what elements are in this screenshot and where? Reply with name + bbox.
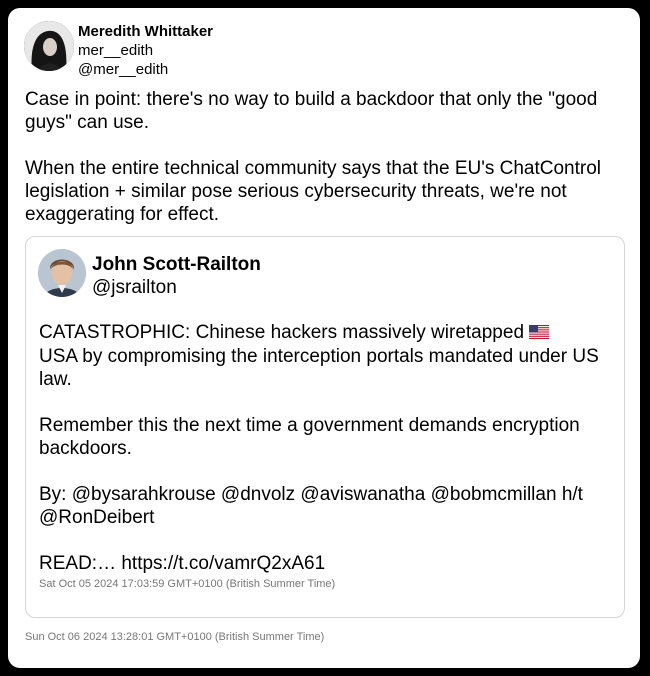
tweet-timestamp[interactable]: Sun Oct 06 2024 13:28:01 GMT+0100 (Briti… xyxy=(25,631,324,643)
quoted-timestamp[interactable]: Sat Oct 05 2024 17:03:59 GMT+0100 (Briti… xyxy=(39,578,335,590)
quoted-avatar[interactable] xyxy=(38,249,86,297)
tweet-text: Case in point: there's no way to build a… xyxy=(25,89,602,225)
tweet-card: Meredith Whittaker mer__edith @mer__edit… xyxy=(8,8,640,668)
author-display-name: mer__edith xyxy=(78,42,154,59)
author-name[interactable]: Meredith Whittaker xyxy=(78,22,213,41)
quoted-tweet-text: CATASTROPHIC: Chinese hackers massively … xyxy=(39,321,614,575)
quoted-text-part1: CATASTROPHIC: Chinese hackers massively … xyxy=(39,322,530,343)
quoted-avatar-image xyxy=(38,249,86,297)
avatar[interactable] xyxy=(24,21,74,71)
quoted-author-handle[interactable]: @jsrailton xyxy=(92,276,261,299)
author-info: Meredith Whittaker mer__edith @mer__edit… xyxy=(78,22,213,79)
quoted-text-part2: USA by compromising the interception por… xyxy=(39,346,599,574)
author-handle[interactable]: @mer__edith xyxy=(78,60,213,79)
quoted-tweet[interactable]: John Scott-Railton @jsrailton CATASTROPH… xyxy=(25,236,625,618)
avatar-image xyxy=(24,21,74,71)
quoted-author-name[interactable]: John Scott-Railton xyxy=(92,253,261,276)
us-flag-icon xyxy=(529,322,550,345)
quoted-author-info: John Scott-Railton @jsrailton xyxy=(92,253,261,299)
